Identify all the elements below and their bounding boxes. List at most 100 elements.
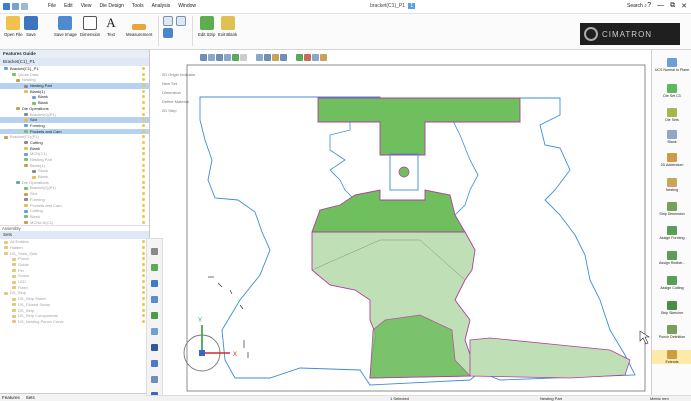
visibility-bulb-icon[interactable] bbox=[142, 209, 145, 213]
die-design-tool[interactable]: Blank bbox=[652, 130, 691, 144]
tool-mirror-icon[interactable] bbox=[151, 376, 158, 383]
die-design-tool[interactable]: Extends bbox=[652, 350, 691, 365]
edit-strip-button[interactable]: Edit Strip bbox=[198, 16, 215, 37]
menu-die-design[interactable]: Die Design bbox=[99, 3, 123, 9]
new-doc-icon[interactable] bbox=[12, 3, 19, 10]
open-file-button[interactable]: Open File bbox=[4, 16, 23, 37]
die-design-tool[interactable]: Assign Forming bbox=[652, 226, 691, 240]
menu-analysis[interactable]: Analysis bbox=[152, 3, 171, 9]
blank-right-bottom[interactable] bbox=[469, 337, 631, 379]
tool-sketch-icon[interactable] bbox=[151, 264, 158, 271]
text-button[interactable]: A Text bbox=[104, 16, 118, 38]
visibility-bulb-icon[interactable] bbox=[142, 197, 145, 201]
visibility-bulb-icon[interactable] bbox=[142, 152, 145, 156]
visibility-bulb-icon[interactable] bbox=[142, 214, 145, 218]
visibility-bulb-icon[interactable] bbox=[142, 140, 145, 144]
visibility-bulb-icon[interactable] bbox=[142, 135, 145, 139]
visibility-bulb-icon[interactable] bbox=[142, 297, 145, 301]
visibility-bulb-icon[interactable] bbox=[142, 101, 145, 105]
visibility-bulb-icon[interactable] bbox=[142, 192, 145, 196]
exit-blank-button[interactable]: Exit Blank bbox=[218, 16, 237, 37]
save-button[interactable]: Save bbox=[24, 16, 38, 37]
visibility-bulb-icon[interactable] bbox=[142, 129, 145, 133]
tool-fill-icon[interactable] bbox=[151, 312, 158, 319]
tool-move-icon[interactable] bbox=[151, 360, 158, 367]
visibility-bulb-icon[interactable] bbox=[142, 72, 145, 76]
visibility-bulb-icon[interactable] bbox=[142, 95, 145, 99]
view-settings-icon[interactable] bbox=[320, 54, 327, 61]
die-design-tool[interactable]: Nesting bbox=[652, 178, 691, 192]
visibility-bulb-icon[interactable] bbox=[142, 257, 145, 261]
visibility-bulb-icon[interactable] bbox=[142, 163, 145, 167]
measurement-button[interactable]: Measurement bbox=[126, 16, 152, 37]
die-design-tool[interactable]: UCS Normal to Plane bbox=[652, 58, 691, 72]
open-doc-icon[interactable] bbox=[21, 3, 28, 10]
die-design-tool[interactable]: Die Set C3 bbox=[652, 84, 691, 98]
visibility-bulb-icon[interactable] bbox=[142, 240, 145, 244]
app-icon[interactable] bbox=[3, 3, 10, 10]
visibility-bulb-icon[interactable] bbox=[142, 67, 145, 70]
die-design-tool[interactable]: Die Sets bbox=[652, 108, 691, 122]
tab-features[interactable]: Features bbox=[2, 395, 20, 400]
die-design-tool[interactable]: Punch Definition bbox=[652, 325, 691, 339]
minimize-icon[interactable]: — bbox=[657, 2, 664, 10]
visibility-bulb-icon[interactable] bbox=[142, 186, 145, 190]
visibility-bulb-icon[interactable] bbox=[142, 319, 145, 323]
visibility-bulb-icon[interactable] bbox=[142, 78, 145, 82]
tab-sets[interactable]: Sets bbox=[26, 395, 35, 400]
view-tools-button-2[interactable] bbox=[176, 16, 186, 28]
help-icon[interactable]: ? bbox=[647, 2, 651, 10]
visibility-bulb-icon[interactable] bbox=[142, 89, 145, 93]
visibility-bulb-icon[interactable] bbox=[142, 146, 145, 150]
menu-window[interactable]: Window bbox=[178, 3, 196, 9]
die-design-tool[interactable]: Assign Cutting bbox=[652, 276, 691, 290]
save-image-button[interactable]: Save Image bbox=[54, 16, 77, 37]
restore-icon[interactable]: ⧉ bbox=[670, 2, 675, 10]
view-render-icon[interactable] bbox=[312, 54, 319, 61]
view-front-icon[interactable] bbox=[200, 54, 207, 61]
visibility-bulb-icon[interactable] bbox=[142, 84, 145, 88]
visibility-bulb-icon[interactable] bbox=[142, 175, 145, 179]
view-wire-icon[interactable] bbox=[240, 54, 247, 61]
visibility-bulb-icon[interactable] bbox=[142, 245, 145, 249]
visibility-bulb-icon[interactable] bbox=[142, 203, 145, 207]
tool-arc-icon[interactable] bbox=[151, 296, 158, 303]
visibility-bulb-icon[interactable] bbox=[142, 158, 145, 161]
tool-line-icon[interactable] bbox=[151, 280, 158, 287]
view-tools-button[interactable] bbox=[163, 16, 173, 40]
visibility-bulb-icon[interactable] bbox=[142, 251, 145, 255]
visibility-bulb-icon[interactable] bbox=[142, 106, 145, 110]
visibility-bulb-icon[interactable] bbox=[142, 280, 145, 284]
visibility-bulb-icon[interactable] bbox=[142, 220, 145, 224]
tool-offset-icon[interactable] bbox=[151, 328, 158, 335]
view-top-icon[interactable] bbox=[208, 54, 215, 61]
visibility-bulb-icon[interactable] bbox=[142, 123, 145, 127]
die-design-tool[interactable]: Strip Dimension bbox=[652, 202, 691, 216]
die-design-tool[interactable]: Strip Sketcher bbox=[652, 301, 691, 315]
visibility-bulb-icon[interactable] bbox=[142, 285, 145, 289]
visibility-bulb-icon[interactable] bbox=[142, 308, 145, 312]
visibility-bulb-icon[interactable] bbox=[142, 268, 145, 272]
view-iso-icon[interactable] bbox=[216, 54, 223, 61]
visibility-bulb-icon[interactable] bbox=[142, 314, 145, 318]
view-fit-icon[interactable] bbox=[256, 54, 263, 61]
visibility-bulb-icon[interactable] bbox=[142, 180, 145, 184]
visibility-bulb-icon[interactable] bbox=[142, 274, 145, 278]
nesting-part-middle[interactable] bbox=[311, 189, 466, 233]
dimension-button[interactable]: Dimension bbox=[80, 16, 100, 37]
view-rotate-icon[interactable] bbox=[280, 54, 287, 61]
visibility-bulb-icon[interactable] bbox=[142, 263, 145, 266]
menu-file[interactable]: File bbox=[48, 3, 56, 9]
view-pan-icon[interactable] bbox=[272, 54, 279, 61]
view-shade-icon[interactable] bbox=[232, 54, 239, 61]
visibility-bulb-icon[interactable] bbox=[142, 112, 145, 116]
die-design-tool[interactable]: 2D Addendum bbox=[652, 153, 691, 167]
view-section-icon[interactable] bbox=[296, 54, 303, 61]
view-right-icon[interactable] bbox=[224, 54, 231, 61]
tool-grid-icon[interactable] bbox=[151, 248, 158, 255]
menu-tools[interactable]: Tools bbox=[132, 3, 144, 9]
die-design-tool[interactable]: Assign Redistr... bbox=[652, 251, 691, 265]
close-icon[interactable]: ✕ bbox=[681, 2, 687, 10]
nesting-part-top[interactable] bbox=[317, 97, 521, 156]
search-box[interactable]: Search ⌕ bbox=[627, 3, 647, 9]
